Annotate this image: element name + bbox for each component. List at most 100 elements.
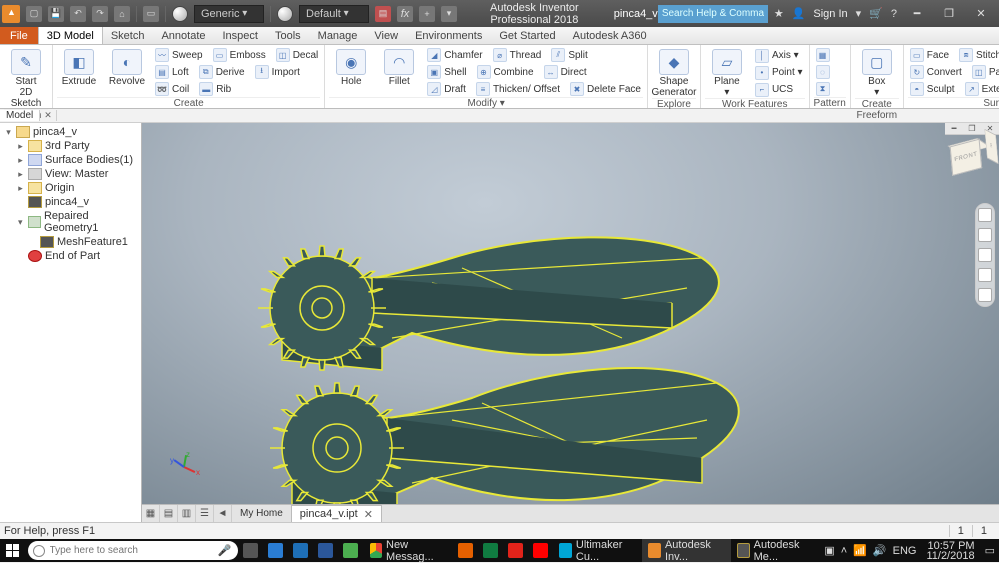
twisty-icon[interactable]: ▸ bbox=[16, 183, 25, 194]
tab-tools[interactable]: Tools bbox=[267, 27, 310, 44]
convert-button[interactable]: ↻ Convert bbox=[908, 64, 964, 80]
mic-icon[interactable]: 🎤 bbox=[218, 544, 232, 557]
chamfer-button[interactable]: ◢ Chamfer bbox=[425, 47, 484, 63]
help-icon[interactable]: ? bbox=[891, 8, 897, 20]
taskbar-app-sheets[interactable] bbox=[478, 539, 503, 562]
docbar-list-icon[interactable]: ☰ bbox=[196, 505, 214, 523]
docbar-prev-icon[interactable]: ◄ bbox=[214, 505, 232, 523]
twisty-icon[interactable]: ▸ bbox=[16, 141, 25, 152]
tab-manage[interactable]: Manage bbox=[310, 27, 367, 44]
decal-button[interactable]: ◫ Decal bbox=[274, 47, 321, 63]
box-button[interactable]: ▢ Box ▾ bbox=[855, 47, 899, 98]
start-button[interactable] bbox=[0, 544, 26, 557]
minimize-button[interactable]: ━ bbox=[905, 5, 929, 23]
windows-search-input[interactable] bbox=[50, 545, 212, 556]
maximize-button[interactable]: ❐ bbox=[937, 5, 961, 23]
plane-button[interactable]: ▱ Plane ▾ bbox=[705, 47, 749, 98]
rib-button[interactable]: ▬ Rib bbox=[197, 81, 233, 97]
twisty-icon[interactable]: ▾ bbox=[16, 217, 25, 228]
deleteface-button[interactable]: ✖ Delete Face bbox=[568, 81, 643, 97]
circ-pattern-button[interactable]: ◌ bbox=[814, 64, 832, 80]
axis-button[interactable]: │ Axis ▾ bbox=[753, 48, 801, 64]
tree-node[interactable]: ▸ View: Master bbox=[0, 167, 141, 181]
docbar-layout3-icon[interactable]: ▥ bbox=[178, 505, 196, 523]
tree-node[interactable]: ▸ 3rd Party bbox=[0, 139, 141, 153]
qat-plus[interactable]: + bbox=[419, 6, 435, 22]
windows-search[interactable]: 🎤 bbox=[28, 541, 238, 560]
tree-node[interactable]: MeshFeature1 bbox=[0, 235, 141, 249]
twisty-icon[interactable]: ▸ bbox=[16, 169, 25, 180]
coil-button[interactable]: ➿ Coil bbox=[153, 81, 191, 97]
tray-volume-icon[interactable]: 🔊 bbox=[873, 544, 887, 557]
tab-autodesk-a360[interactable]: Autodesk A360 bbox=[565, 27, 656, 44]
nav-zoom-icon[interactable] bbox=[978, 248, 992, 262]
nav-pan-icon[interactable] bbox=[978, 228, 992, 242]
fillet-button[interactable]: ◠ Fillet bbox=[377, 47, 421, 97]
start-2d-sketch-button[interactable]: ✎ Start 2D Sketch bbox=[4, 47, 48, 109]
tray-clock[interactable]: 10:57 PM 11/2/2018 bbox=[922, 541, 978, 561]
taskbar-app-chrome[interactable]: New Messag... bbox=[364, 539, 453, 562]
cart-icon[interactable]: 🛒 bbox=[869, 7, 883, 20]
file-tab[interactable]: File bbox=[0, 27, 38, 44]
tab-view[interactable]: View bbox=[366, 27, 407, 44]
mirror-button[interactable]: ⧗ bbox=[814, 81, 832, 97]
appearance-swatch[interactable] bbox=[277, 6, 293, 22]
taskbar-app-chat[interactable] bbox=[338, 539, 363, 562]
taskbar-app-edge[interactable] bbox=[263, 539, 288, 562]
appearance-dropdown[interactable]: Default ▾ bbox=[299, 5, 369, 23]
taskbar-app-cura[interactable]: Ultimaker Cu... bbox=[553, 539, 642, 562]
tree-node[interactable]: ▸ Surface Bodies(1) bbox=[0, 153, 141, 167]
sculpt-button[interactable]: ◓ Sculpt bbox=[908, 81, 957, 97]
point-button[interactable]: • Point ▾ bbox=[753, 65, 805, 81]
tab-annotate[interactable]: Annotate bbox=[153, 27, 214, 44]
shell-button[interactable]: ▣ Shell bbox=[425, 64, 468, 80]
split-button[interactable]: ⫽ Split bbox=[549, 47, 589, 63]
sweep-button[interactable]: 〰 Sweep bbox=[153, 47, 205, 63]
signin-icon[interactable]: 👤 bbox=[792, 7, 806, 20]
material-dropdown[interactable]: Generic ▾ bbox=[194, 5, 264, 23]
qat-select[interactable]: ▭ bbox=[143, 6, 159, 22]
help-search-input[interactable] bbox=[658, 5, 768, 23]
docbar-layout1-icon[interactable]: ▦ bbox=[142, 505, 160, 523]
info-icon[interactable]: ★ bbox=[774, 7, 784, 20]
taskbar-app-word[interactable] bbox=[313, 539, 338, 562]
tab-close-icon[interactable]: ✕ bbox=[364, 508, 373, 521]
nav-lookat-icon[interactable] bbox=[978, 288, 992, 302]
qat-open[interactable]: ▢ bbox=[26, 6, 42, 22]
taskbar-app-meshmixer[interactable]: Autodesk Me... bbox=[731, 539, 821, 562]
twisty-icon[interactable]: ▸ bbox=[16, 155, 25, 166]
thicken-button[interactable]: ≡ Thicken/ Offset bbox=[474, 81, 562, 97]
close-button[interactable]: ✕ bbox=[969, 5, 993, 23]
taskbar-app-inventor[interactable]: Autodesk Inv... bbox=[642, 539, 730, 562]
tray-lang[interactable]: ENG bbox=[893, 545, 917, 557]
qat-ph[interactable]: ▤ bbox=[375, 6, 391, 22]
tab-document[interactable]: pinca4_v.ipt✕ bbox=[291, 505, 382, 523]
tree-node[interactable]: ▾ Repaired Geometry1 bbox=[0, 209, 141, 235]
extrude-button[interactable]: ◧ Extrude bbox=[57, 47, 101, 97]
tray-notifications-icon[interactable]: ▭ bbox=[985, 544, 995, 557]
signin-label[interactable]: Sign In bbox=[813, 8, 847, 20]
twisty-icon[interactable]: ▾ bbox=[4, 127, 13, 138]
face-button[interactable]: ▭ Face bbox=[908, 47, 951, 63]
direct-button[interactable]: ↔ Direct bbox=[542, 64, 589, 80]
taskbar-app-task-view[interactable] bbox=[238, 539, 263, 562]
rect-pattern-button[interactable]: ▦ bbox=[814, 47, 832, 63]
tree-node[interactable]: End of Part bbox=[0, 249, 141, 263]
material-swatch[interactable] bbox=[172, 6, 188, 22]
nav-wheel-icon[interactable] bbox=[978, 208, 992, 222]
browser-close-icon[interactable]: ✕ bbox=[40, 110, 57, 121]
graphics-canvas[interactable]: ━ ❐ ✕ bbox=[142, 123, 999, 522]
qat-home[interactable]: ⌂ bbox=[114, 6, 130, 22]
tab-get-started[interactable]: Get Started bbox=[491, 27, 564, 44]
taskbar-app-pdf[interactable] bbox=[503, 539, 528, 562]
derive-button[interactable]: ⧉ Derive bbox=[197, 64, 247, 80]
taskbar-app-firefox[interactable] bbox=[453, 539, 478, 562]
tab-environments[interactable]: Environments bbox=[407, 27, 491, 44]
import-button[interactable]: ⭳ Import bbox=[253, 64, 302, 80]
docbar-layout2-icon[interactable]: ▤ bbox=[160, 505, 178, 523]
combine-button[interactable]: ⊕ Combine bbox=[475, 64, 536, 80]
revolve-button[interactable]: ◐ Revolve bbox=[105, 47, 149, 97]
qat-save[interactable]: 💾 bbox=[48, 6, 64, 22]
stitch-button[interactable]: ⧈ Stitch bbox=[957, 47, 999, 63]
viewcube-front[interactable]: FRONT bbox=[950, 139, 983, 176]
